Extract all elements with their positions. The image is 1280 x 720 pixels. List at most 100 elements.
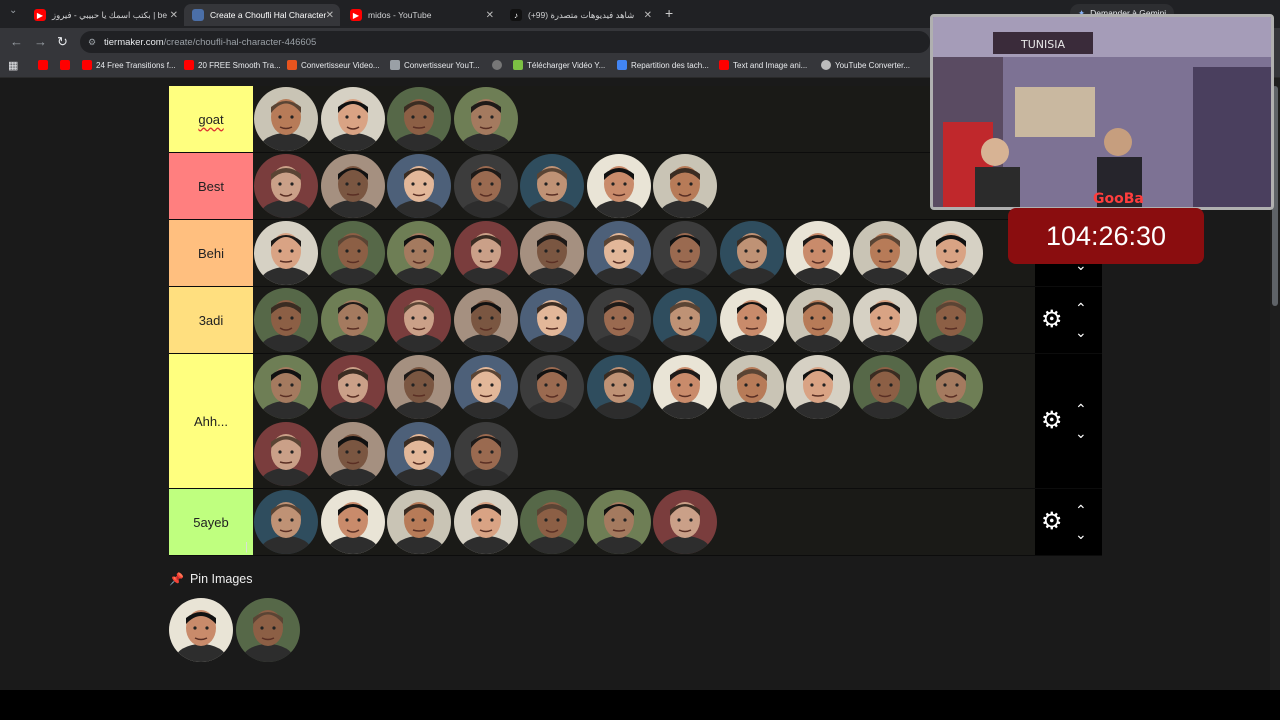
character-portrait[interactable] [719,221,784,285]
character-portrait[interactable] [320,490,385,554]
move-tier-down-chevron-icon[interactable]: ⌄ [1075,426,1087,440]
character-portrait[interactable] [254,422,318,486]
character-portrait[interactable] [453,154,518,218]
forward-icon[interactable]: → [34,34,47,49]
character-portrait[interactable] [786,288,850,352]
move-tier-down-chevron-icon[interactable]: ⌄ [1075,527,1087,541]
bookmark-item[interactable]: Convertisseur Video... [287,60,380,70]
bookmark-item[interactable]: YouTube Converter... [821,60,910,70]
character-portrait[interactable] [653,154,717,218]
move-tier-up-chevron-icon[interactable]: ⌃ [1075,503,1087,517]
bookmark-item[interactable]: 20 FREE Smooth Tra... [184,60,281,70]
character-portrait[interactable] [254,490,318,554]
character-portrait[interactable] [453,87,518,151]
character-portrait[interactable] [387,355,451,419]
tier-label[interactable]: Best [169,153,253,219]
character-portrait[interactable] [586,221,651,285]
character-portrait[interactable] [387,288,451,352]
tier-settings-gear-icon[interactable]: ⚙ [1041,509,1063,534]
character-portrait[interactable] [520,221,584,285]
character-portrait[interactable] [453,490,518,554]
character-portrait[interactable] [653,490,717,554]
tier-settings-gear-icon[interactable]: ⚙ [1041,307,1063,332]
character-portrait[interactable] [919,221,983,285]
character-portrait[interactable] [852,355,917,419]
back-icon[interactable]: ← [10,34,23,49]
bookmark-item[interactable]: Text and Image ani... [719,60,807,70]
bookmark-item[interactable]: Télécharger Vidéo Y... [513,60,605,70]
move-tier-up-chevron-icon[interactable]: ⌃ [1075,301,1087,315]
character-portrait[interactable] [852,221,917,285]
character-portrait[interactable] [520,154,584,218]
bookmark-youtube-1[interactable] [38,60,52,70]
bookmark-item[interactable]: Repartition des tach... [617,60,709,70]
tier-row: Behi ⌄ [169,220,1102,287]
tier-label[interactable]: goat [169,86,253,152]
character-portrait[interactable] [520,490,584,554]
character-portrait[interactable] [852,288,917,352]
character-portrait[interactable] [786,355,850,419]
tier-label[interactable]: 3adi [169,287,253,353]
close-icon[interactable]: ✕ [326,10,334,21]
site-info-icon[interactable]: ⚙ [88,37,96,48]
character-portrait[interactable] [453,221,518,285]
character-portrait[interactable] [387,221,451,285]
character-portrait[interactable] [586,355,651,419]
tab-tiktok[interactable]: ♪ شاهد فيديوهات متصدرة (99+) ✕ [502,4,658,26]
url-field[interactable]: ⚙ tiermaker.com/create/choufli-hal-chara… [80,31,930,53]
close-icon[interactable]: ✕ [170,10,178,21]
new-tab-button[interactable]: + [665,5,673,21]
character-portrait[interactable] [320,221,385,285]
character-portrait[interactable] [586,288,651,352]
character-portrait[interactable] [320,288,385,352]
character-portrait[interactable] [254,221,318,285]
reload-icon[interactable]: ↻ [57,34,68,50]
character-portrait[interactable] [786,221,850,285]
tier-label[interactable]: Behi [169,220,253,286]
character-portrait[interactable] [453,355,518,419]
character-portrait[interactable] [387,154,451,218]
bookmark-item[interactable]: 24 Free Transitions f... [82,60,176,70]
character-portrait[interactable] [320,87,385,151]
character-portrait[interactable] [919,288,983,352]
tab-youtube-midos[interactable]: ▶ midos - YouTube ✕ [342,4,500,26]
move-tier-down-chevron-icon[interactable]: ⌄ [1075,325,1087,339]
tab-list-chevron-icon[interactable]: ⌄ [9,5,17,16]
pinned-character-portrait[interactable] [236,598,300,662]
character-portrait[interactable] [254,288,318,352]
tab-youtube-fairuz[interactable]: ▶ بكتب اسمك يا حبيبي - فيروز | be ✕ [26,4,184,26]
tier-label[interactable]: 5ayeb [169,489,253,555]
character-portrait[interactable] [320,422,385,486]
character-portrait[interactable] [254,355,318,419]
character-portrait[interactable] [254,87,318,151]
apps-grid-icon[interactable]: ▦ [8,59,18,72]
character-portrait[interactable] [653,221,717,285]
character-portrait[interactable] [653,288,717,352]
character-portrait[interactable] [453,288,518,352]
character-portrait[interactable] [586,490,651,554]
bookmark-item[interactable]: Convertisseur YouT... [390,60,480,70]
character-portrait[interactable] [254,154,318,218]
bookmark-globe[interactable] [492,60,506,70]
character-portrait[interactable] [387,87,451,151]
character-portrait[interactable] [320,355,385,419]
character-portrait[interactable] [520,288,584,352]
tier-label[interactable]: Ahh... [169,354,253,488]
bookmark-youtube-2[interactable] [60,60,74,70]
character-portrait[interactable] [520,355,584,419]
character-portrait[interactable] [453,422,518,486]
character-portrait[interactable] [387,422,451,486]
character-portrait[interactable] [719,355,784,419]
tab-tiermaker[interactable]: Create a Choufli Hal Character ✕ [184,4,340,26]
character-portrait[interactable] [320,154,385,218]
character-portrait[interactable] [387,490,451,554]
close-icon[interactable]: ✕ [486,10,494,21]
character-portrait[interactable] [719,288,784,352]
tier-settings-gear-icon[interactable]: ⚙ [1041,408,1063,433]
character-portrait[interactable] [653,355,717,419]
close-icon[interactable]: ✕ [644,10,652,21]
pinned-character-portrait[interactable] [169,598,233,662]
character-portrait[interactable] [586,154,651,218]
move-tier-up-chevron-icon[interactable]: ⌃ [1075,402,1087,416]
character-portrait[interactable] [919,355,983,419]
